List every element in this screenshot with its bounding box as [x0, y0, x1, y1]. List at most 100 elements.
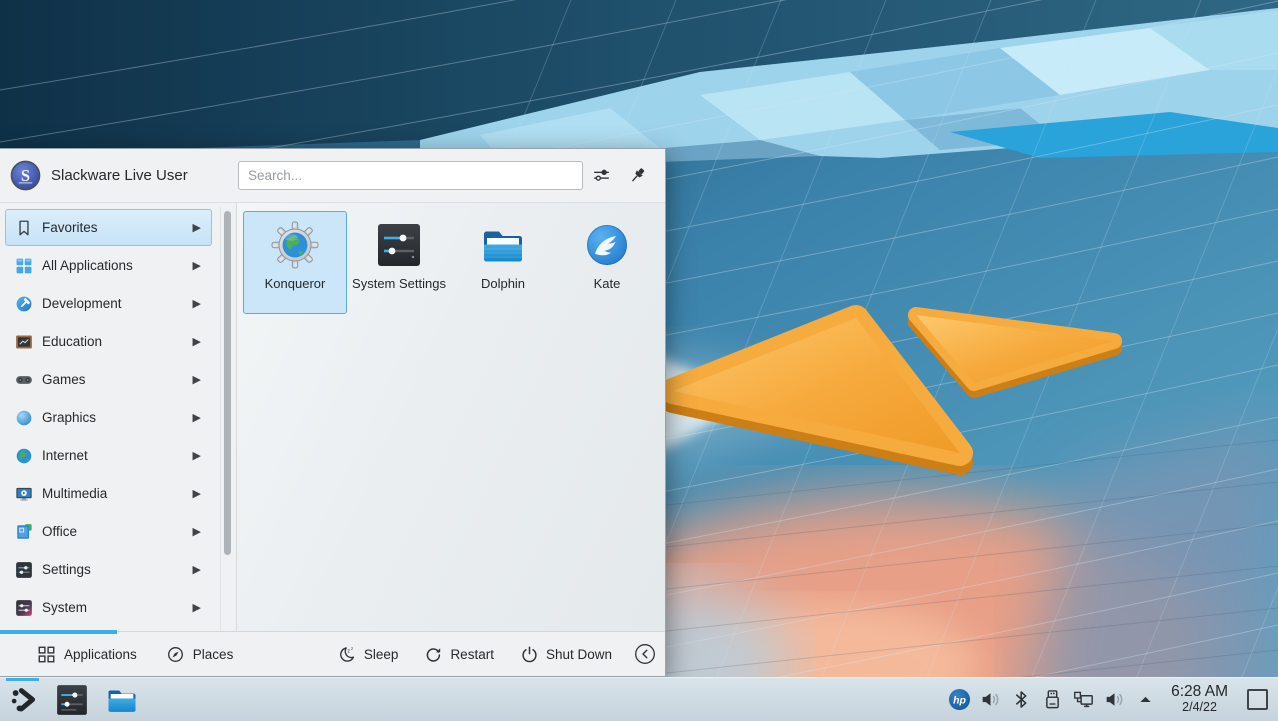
sidebar-item-games[interactable]: Games ▶ [5, 361, 212, 398]
session-label: Shut Down [546, 647, 612, 662]
games-icon [15, 371, 33, 389]
sidebar-scrollbar-track [220, 207, 221, 631]
submenu-arrow-icon: ▶ [193, 449, 203, 462]
app-item-dolphin[interactable]: Dolphin [451, 211, 555, 314]
app-grid: Konqueror [237, 203, 665, 631]
multimedia-icon [15, 485, 33, 503]
display-connector-icon[interactable] [1072, 688, 1095, 711]
sidebar-item-label: Internet [42, 448, 193, 463]
sidebar-item-development[interactable]: Development ▶ [5, 285, 212, 322]
sidebar-item-settings[interactable]: Settings ▶ [5, 551, 212, 588]
pin-button[interactable] [619, 161, 655, 191]
tab-applications[interactable]: Applications [38, 646, 137, 663]
hp-logo[interactable]: hp [948, 688, 971, 711]
app-label: Dolphin [481, 276, 525, 291]
submenu-arrow-icon: ▶ [193, 221, 203, 234]
configure-button[interactable] [583, 161, 619, 191]
menu-footer: Applications Places z z Sleep [0, 631, 665, 676]
konqueror-icon [271, 221, 319, 269]
submenu-arrow-icon: ▶ [193, 601, 203, 614]
menu-header: S Slackware Live User [0, 149, 665, 203]
collapse-session-button[interactable] [634, 643, 656, 665]
sidebar-item-label: Settings [42, 562, 193, 577]
submenu-arrow-icon: ▶ [193, 297, 203, 310]
user-button[interactable]: S Slackware Live User [10, 160, 188, 191]
sidebar-scrollbar-thumb[interactable] [224, 211, 231, 555]
sleep-icon: z z [338, 645, 357, 664]
bluetooth-icon[interactable] [1010, 688, 1033, 711]
sidebar-item-graphics[interactable]: Graphics ▶ [5, 399, 212, 436]
taskbar-item-system-settings[interactable] [55, 683, 89, 717]
app-item-konqueror[interactable]: Konqueror [243, 211, 347, 314]
tab-label: Places [193, 647, 234, 662]
sidebar-item-label: System [42, 600, 193, 615]
submenu-arrow-icon: ▶ [193, 563, 203, 576]
user-name: Slackware Live User [51, 167, 188, 184]
app-label: Konqueror [265, 276, 326, 291]
restart-button[interactable]: Restart [424, 645, 494, 664]
clock-date: 2/4/22 [1171, 701, 1228, 715]
launcher-icon [9, 685, 39, 715]
show-desktop-button[interactable] [1247, 689, 1268, 710]
submenu-arrow-icon: ▶ [193, 525, 203, 538]
sidebar-item-education[interactable]: Education ▶ [5, 323, 212, 360]
system-tray: hp [948, 684, 1278, 714]
app-item-system-settings[interactable]: System Settings [347, 211, 451, 314]
development-icon [15, 295, 33, 313]
app-label: Kate [594, 276, 621, 291]
settings-icon [15, 561, 33, 579]
taskbar-item-dolphin[interactable] [105, 683, 139, 717]
svg-text:hp: hp [953, 694, 966, 706]
education-icon [15, 333, 33, 351]
applications-grid-icon [38, 646, 55, 663]
removable-device-icon[interactable] [1041, 688, 1064, 711]
tray-expand-arrow-icon[interactable] [1134, 688, 1157, 711]
sidebar-item-office[interactable]: Office ▶ [5, 513, 212, 550]
internet-icon [15, 447, 33, 465]
app-item-kate[interactable]: Kate [555, 211, 659, 314]
sidebar-item-system[interactable]: System ▶ [5, 589, 212, 626]
sidebar-item-label: Education [42, 334, 193, 349]
sidebar-item-label: Multimedia [42, 486, 193, 501]
submenu-arrow-icon: ▶ [193, 411, 203, 424]
application-launcher-button[interactable] [9, 685, 39, 715]
system-settings-icon [55, 683, 89, 717]
sidebar-item-internet[interactable]: Internet ▶ [5, 437, 212, 474]
system-settings-icon [375, 221, 423, 269]
restart-icon [424, 645, 443, 664]
tab-places[interactable]: Places [167, 646, 234, 663]
sidebar-item-label: Graphics [42, 410, 193, 425]
svg-text:z: z [347, 648, 350, 654]
dolphin-icon [105, 683, 139, 717]
dolphin-icon [479, 221, 527, 269]
sidebar-item-label: Office [42, 524, 193, 539]
svg-text:S: S [21, 166, 30, 185]
application-launcher-menu: S Slackware Live User [0, 148, 666, 677]
sidebar-item-all-applications[interactable]: All Applications ▶ [5, 247, 212, 284]
svg-text:z: z [351, 646, 353, 651]
menu-sidebar: Favorites ▶ All Applications ▶ Developme… [0, 203, 237, 631]
sidebar-item-label: Games [42, 372, 193, 387]
places-compass-icon [167, 646, 184, 663]
audio-volume-icon[interactable] [979, 688, 1002, 711]
pin-icon [627, 165, 648, 186]
session-label: Sleep [364, 647, 399, 662]
session-label: Restart [450, 647, 494, 662]
audio-volume-icon[interactable] [1103, 688, 1126, 711]
clock[interactable]: 6:28 AM 2/4/22 [1171, 684, 1228, 714]
search-input[interactable] [238, 161, 583, 190]
active-tab-indicator [0, 630, 117, 634]
sidebar-item-label: Favorites [42, 220, 193, 235]
clock-time: 6:28 AM [1171, 684, 1228, 701]
sidebar-item-favorites[interactable]: Favorites ▶ [5, 209, 212, 246]
taskbar: hp [0, 677, 1278, 721]
sleep-button[interactable]: z z Sleep [338, 645, 399, 664]
sidebar-item-label: Development [42, 296, 193, 311]
shutdown-button[interactable]: Shut Down [520, 645, 612, 664]
chevron-left-circle-icon [634, 643, 656, 665]
favorites-icon [15, 219, 33, 237]
sidebar-item-multimedia[interactable]: Multimedia ▶ [5, 475, 212, 512]
sidebar-item-label: All Applications [42, 258, 193, 273]
submenu-arrow-icon: ▶ [193, 335, 203, 348]
submenu-arrow-icon: ▶ [193, 487, 203, 500]
